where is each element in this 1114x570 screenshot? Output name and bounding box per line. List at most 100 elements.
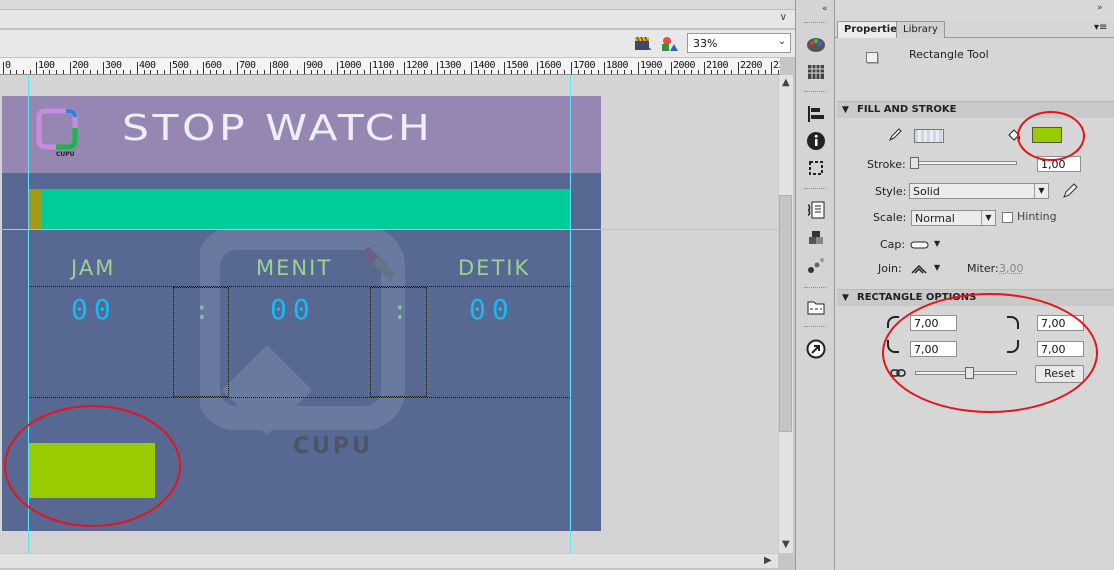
hours-display[interactable]: 00 <box>71 293 117 326</box>
stroke-slider-thumb[interactable] <box>910 157 919 169</box>
stroke-pencil-icon <box>888 128 902 142</box>
ruler-minor-tick <box>257 70 258 74</box>
strip-divider <box>804 287 826 288</box>
ruler-minor-tick <box>724 70 725 74</box>
minutes-label[interactable]: MENIT <box>256 256 332 280</box>
align-icon[interactable] <box>806 104 826 124</box>
collapse-triangle-icon: ▼ <box>842 293 849 303</box>
ruler-minor-tick <box>317 70 318 74</box>
hours-label[interactable]: JAM <box>71 256 115 280</box>
components-icon[interactable] <box>806 228 826 248</box>
ruler-tick <box>3 62 4 74</box>
top-strip <box>0 0 795 10</box>
ruler-minor-tick <box>350 70 351 74</box>
scroll-up-icon[interactable]: ▲ <box>782 77 790 88</box>
color-palette-icon[interactable] <box>806 35 826 55</box>
ruler-minor-tick <box>344 70 345 74</box>
vertical-scroll-thumb[interactable] <box>779 195 792 432</box>
ruler-minor-tick <box>778 70 779 74</box>
guide-vertical-right[interactable] <box>570 75 571 553</box>
join-select[interactable]: ▼ <box>910 263 944 275</box>
progress-bar-marker[interactable] <box>29 189 42 229</box>
ruler-minor-tick <box>150 70 151 74</box>
ruler-label: 300 <box>105 60 122 71</box>
ruler-minor-tick <box>230 70 231 74</box>
transform-icon[interactable] <box>806 158 826 178</box>
timeline-bar: ∨ <box>0 10 795 29</box>
ruler-minor-tick <box>364 70 365 74</box>
cap-select[interactable]: ▼ <box>910 239 944 251</box>
strip-divider <box>804 188 826 189</box>
swatches-grid-icon[interactable] <box>806 62 826 82</box>
style-value: Solid <box>913 185 940 198</box>
ruler-minor-tick <box>110 70 111 74</box>
ruler-tick <box>137 62 138 74</box>
collapse-panel-icon[interactable]: » <box>1097 3 1103 13</box>
ruler-tick <box>337 62 338 74</box>
ruler-tick <box>103 62 104 74</box>
ruler-minor-tick <box>183 70 184 74</box>
panel-menu-icon[interactable]: ▾≡ <box>1094 22 1107 33</box>
ruler-minor-tick <box>531 70 532 74</box>
style-select[interactable]: Solid ▼ <box>909 183 1049 199</box>
miter-label: Miter: <box>967 262 999 275</box>
ruler-minor-tick <box>250 70 251 74</box>
ruler-minor-tick <box>397 70 398 74</box>
miter-value[interactable]: 3,00 <box>999 262 1024 275</box>
ruler-minor-tick <box>43 70 44 74</box>
ruler-label: 200 <box>72 60 89 71</box>
info-icon[interactable] <box>806 131 826 151</box>
ruler-tick <box>704 62 705 74</box>
ruler-minor-tick <box>123 70 124 74</box>
ruler-minor-tick <box>591 70 592 74</box>
ruler-minor-tick <box>30 70 31 74</box>
fill-stroke-section-header[interactable]: ▼ FILL AND STROKE <box>837 101 1114 118</box>
ruler-minor-tick <box>177 70 178 74</box>
digits-bottom-border <box>29 397 570 398</box>
scroll-right-icon[interactable]: ▶ <box>764 555 772 566</box>
scroll-down-icon[interactable]: ▼ <box>782 539 790 550</box>
ruler-minor-tick <box>478 70 479 74</box>
ruler-minor-tick <box>411 70 412 74</box>
colon-separator-1: : <box>194 296 210 326</box>
ruler-minor-tick <box>550 70 551 74</box>
zoom-select[interactable]: 33% ⌄ <box>687 33 791 53</box>
project-folder-icon[interactable] <box>806 297 826 317</box>
edit-stroke-style-icon[interactable] <box>1062 183 1078 199</box>
code-snippets-icon[interactable] <box>806 200 826 220</box>
ruler-minor-tick <box>277 70 278 74</box>
edit-symbols-icon[interactable] <box>660 36 678 52</box>
motion-presets-icon[interactable] <box>806 256 826 276</box>
edit-scene-icon[interactable] <box>634 36 652 52</box>
chevron-down-icon: ▼ <box>981 211 995 225</box>
seconds-display[interactable]: 00 <box>469 293 515 326</box>
guide-horizontal[interactable] <box>0 229 778 230</box>
seconds-label[interactable]: DETIK <box>458 256 530 280</box>
app-title[interactable]: STOP WATCH <box>122 108 433 149</box>
stroke-slider[interactable] <box>911 161 1017 165</box>
hinting-checkbox[interactable] <box>1002 212 1013 223</box>
annotation-circle-fill <box>1017 111 1085 161</box>
ruler-minor-tick <box>56 70 57 74</box>
ruler-tick <box>537 62 538 74</box>
minutes-display[interactable]: 00 <box>270 293 316 326</box>
ruler-label: 700 <box>239 60 256 71</box>
ruler-tick <box>738 62 739 74</box>
collapse-chevron-icon[interactable]: ∨ <box>780 12 787 23</box>
ruler-tick <box>437 62 438 74</box>
collapse-panel-icon[interactable]: « <box>822 4 828 14</box>
ruler-tick <box>36 62 37 74</box>
tab-library[interactable]: Library <box>896 21 945 38</box>
ruler-minor-tick <box>190 70 191 74</box>
behaviors-icon[interactable] <box>806 339 826 359</box>
ruler-tick <box>571 62 572 74</box>
ruler-minor-tick <box>464 70 465 74</box>
chevron-down-icon: ▼ <box>1034 184 1048 198</box>
ruler-minor-tick <box>197 70 198 74</box>
ruler-minor-tick <box>97 70 98 74</box>
horizontal-scrollbar[interactable]: ▶ <box>0 553 778 568</box>
scale-select[interactable]: Normal ▼ <box>911 210 996 226</box>
stroke-color-swatch[interactable] <box>914 129 944 143</box>
progress-bar[interactable] <box>29 189 570 229</box>
colon-separator-2: : <box>392 296 408 326</box>
